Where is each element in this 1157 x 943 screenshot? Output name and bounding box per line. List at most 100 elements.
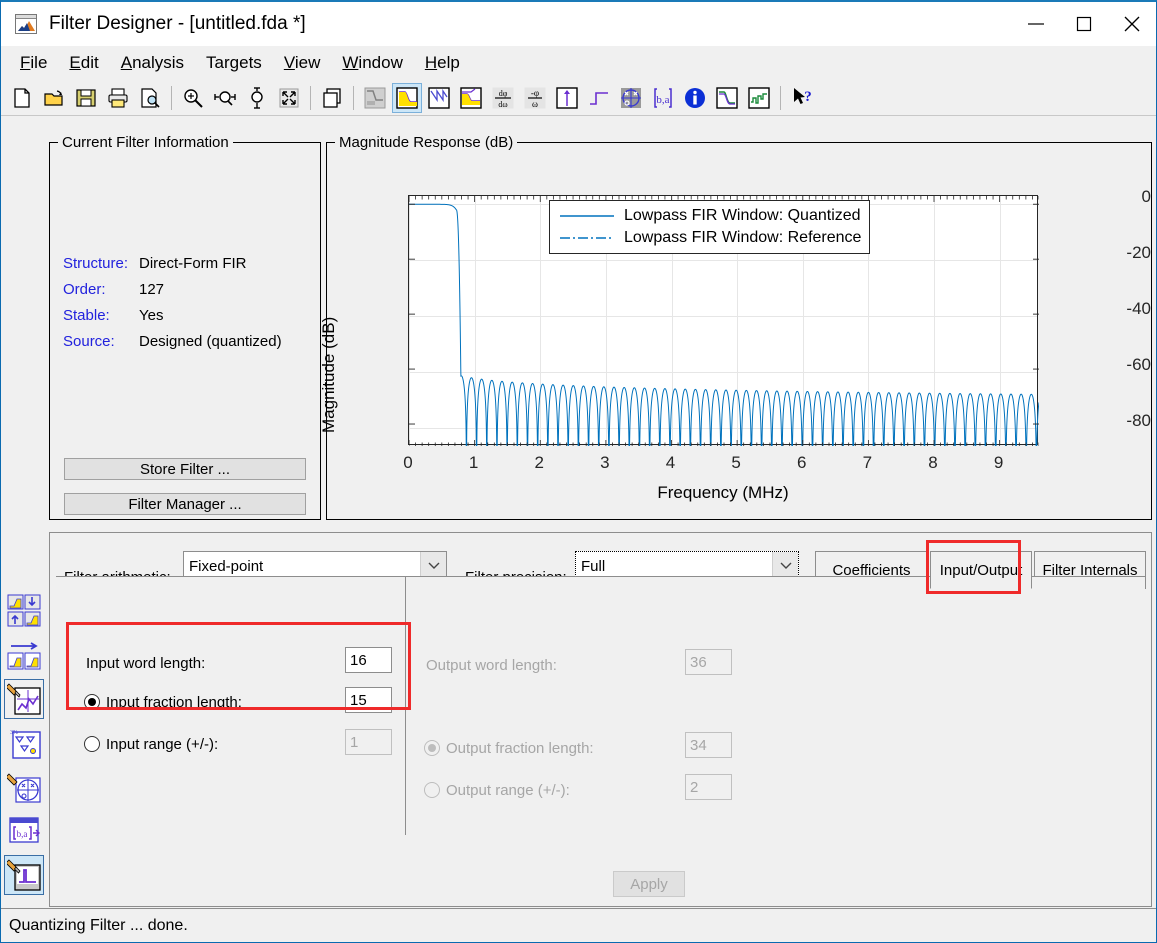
menu-item-edit[interactable]: Edit bbox=[58, 51, 109, 75]
menu-item-targets[interactable]: Targets bbox=[195, 51, 273, 75]
pole-zero-plot-icon[interactable] bbox=[616, 83, 646, 113]
menu-item-view[interactable]: View bbox=[273, 51, 332, 75]
output-range-field: 2 bbox=[685, 774, 732, 800]
group-delay-icon[interactable]: dφ dω bbox=[488, 83, 518, 113]
input-fraction-length-radio[interactable] bbox=[84, 694, 100, 710]
filter-coefficients-editor-icon[interactable]: b,a bbox=[4, 811, 44, 851]
zoom-in-icon[interactable] bbox=[178, 83, 208, 113]
output-fraction-length-field: 34 bbox=[685, 732, 732, 758]
current-filter-information-panel: Current Filter Information Structure: Di… bbox=[49, 134, 321, 520]
svg-text:-φ: -φ bbox=[531, 88, 539, 98]
print-preview-icon[interactable] bbox=[135, 83, 165, 113]
zoom-y-icon[interactable] bbox=[242, 83, 272, 113]
x-tick-label: 8 bbox=[928, 453, 938, 472]
magnitude-response-icon[interactable] bbox=[392, 82, 422, 113]
x-tick-label: 0 bbox=[403, 453, 413, 472]
x-tick-label: 7 bbox=[862, 453, 873, 472]
maximize-icon[interactable] bbox=[1060, 2, 1108, 46]
magnitude-phase-icon[interactable] bbox=[456, 83, 486, 113]
x-tick-label: 1 bbox=[468, 453, 479, 472]
store-filter-button[interactable]: Store Filter ... bbox=[64, 458, 306, 480]
minimize-icon[interactable] bbox=[1012, 2, 1060, 46]
toolbar-separator bbox=[353, 85, 354, 110]
plot-area[interactable]: Magnitude (dB) 0 -20 -40 -60 -80 Lowpass… bbox=[319, 143, 1151, 519]
y-axis-label: Magnitude (dB) bbox=[319, 316, 338, 433]
filter-specifications-icon[interactable] bbox=[360, 83, 390, 113]
full-view-icon[interactable] bbox=[274, 83, 304, 113]
toolbar: dφ dω -φ ω b,a ? bbox=[1, 80, 1156, 116]
pole-zero-editor-icon[interactable] bbox=[4, 679, 44, 719]
legend-line-dashdot bbox=[558, 231, 616, 245]
input-fraction-length-field[interactable]: 15 bbox=[345, 687, 392, 713]
copy-figure-icon[interactable] bbox=[317, 83, 347, 113]
y-tick-label: -80 bbox=[1126, 411, 1151, 430]
menu-item-file[interactable]: File bbox=[9, 51, 58, 75]
radio-dot bbox=[88, 698, 96, 706]
input-range-radio[interactable] bbox=[84, 736, 100, 752]
filter-manager-button[interactable]: Filter Manager ... bbox=[64, 493, 306, 515]
output-word-length-field: 36 bbox=[685, 649, 732, 675]
close-icon[interactable] bbox=[1108, 2, 1156, 46]
legend-line-solid bbox=[558, 209, 616, 223]
filter-precision-value: Full bbox=[581, 557, 606, 575]
impulse-response-icon[interactable] bbox=[552, 83, 582, 113]
output-fraction-length-label: Output fraction length: bbox=[446, 740, 594, 757]
legend-label-reference: Lowpass FIR Window: Reference bbox=[624, 229, 862, 246]
realize-model-icon[interactable]: 3% bbox=[4, 723, 44, 763]
menu-item-help[interactable]: Help bbox=[414, 51, 471, 75]
x-tick-label: 3 bbox=[600, 453, 610, 472]
output-range-radio bbox=[424, 782, 440, 798]
zoom-x-icon[interactable] bbox=[210, 83, 240, 113]
window-controls bbox=[1012, 2, 1156, 46]
radio-dot bbox=[428, 744, 436, 752]
toolbar-separator bbox=[310, 85, 311, 110]
step-response-icon[interactable] bbox=[584, 83, 614, 113]
tab-input-output[interactable]: Input/Output bbox=[930, 551, 1032, 589]
input-range-label: Input range (+/-): bbox=[106, 736, 219, 753]
magnitude-response-panel: Magnitude Response (dB) Magnitude (dB) 0… bbox=[319, 134, 1152, 520]
import-filter-icon[interactable] bbox=[4, 635, 44, 675]
window-title: Filter Designer - [untitled.fda *] bbox=[49, 13, 306, 34]
design-filter-icon[interactable] bbox=[4, 591, 44, 631]
output-range-label: Output range (+/-): bbox=[446, 782, 570, 799]
phase-response-icon[interactable] bbox=[424, 83, 454, 113]
chart-legend: Lowpass FIR Window: Quantized Lowpass FI… bbox=[549, 200, 871, 254]
column-divider bbox=[405, 577, 406, 835]
stable-value: Yes bbox=[139, 307, 164, 324]
filter-information-icon[interactable] bbox=[680, 83, 710, 113]
new-file-icon[interactable] bbox=[7, 83, 37, 113]
svg-text:dω: dω bbox=[498, 100, 507, 109]
pole-zero-plot-editor-icon[interactable] bbox=[4, 767, 44, 807]
magnitude-response-estimate-icon[interactable] bbox=[712, 83, 742, 113]
filter-coefficients-icon[interactable]: b,a bbox=[648, 83, 678, 113]
input-fraction-length-label: Input fraction length: bbox=[106, 694, 242, 711]
svg-text:dφ: dφ bbox=[499, 89, 508, 98]
toolbar-separator bbox=[780, 85, 781, 110]
input-range-field[interactable]: 1 bbox=[345, 729, 392, 755]
context-help-icon[interactable]: ? bbox=[787, 83, 817, 113]
open-file-icon[interactable] bbox=[39, 83, 69, 113]
print-icon[interactable] bbox=[103, 83, 133, 113]
x-axis-label: Frequency (MHz) bbox=[657, 483, 789, 502]
toolbar-separator bbox=[171, 85, 172, 110]
round-off-noise-power-icon[interactable] bbox=[744, 83, 774, 113]
chart-axes: Lowpass FIR Window: Quantized Lowpass FI… bbox=[408, 195, 1039, 446]
input-word-length-field[interactable]: 16 bbox=[345, 647, 392, 673]
y-tick-label: 0 bbox=[1141, 187, 1151, 206]
status-message: Quantizing Filter ... done. bbox=[9, 916, 188, 934]
current-filter-information-title: Current Filter Information bbox=[58, 134, 233, 151]
menu-bar: File Edit Analysis Targets View Window H… bbox=[1, 46, 1156, 80]
apply-button[interactable]: Apply bbox=[613, 871, 685, 897]
output-word-length-label: Output word length: bbox=[426, 657, 557, 674]
input-output-tab-content: Input word length: 16 Input fraction len… bbox=[56, 576, 1145, 861]
stable-label: Stable: bbox=[63, 307, 110, 324]
menu-item-window[interactable]: Window bbox=[331, 51, 413, 75]
set-quantization-parameters-icon[interactable] bbox=[4, 855, 44, 895]
phase-delay-icon[interactable]: -φ ω bbox=[520, 83, 550, 113]
matlab-filter-icon bbox=[15, 14, 37, 34]
y-tick-label: -40 bbox=[1126, 299, 1151, 318]
svg-text:b,a: b,a bbox=[17, 829, 28, 839]
menu-item-analysis[interactable]: Analysis bbox=[110, 51, 195, 75]
output-fraction-length-radio bbox=[424, 740, 440, 756]
save-icon[interactable] bbox=[71, 83, 101, 113]
